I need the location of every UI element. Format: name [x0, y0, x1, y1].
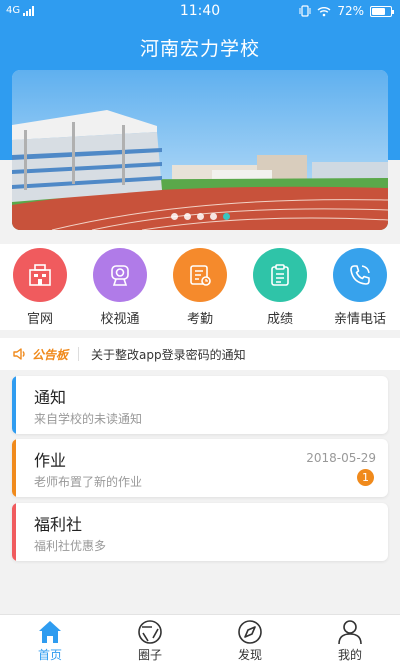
tab-label: 发现 — [237, 648, 262, 662]
carousel-dot[interactable] — [196, 213, 204, 220]
quick-link-website[interactable]: 官网 — [0, 248, 80, 327]
card-subtitle: 福利社优惠多 — [34, 539, 107, 553]
banner-carousel[interactable] — [12, 70, 388, 230]
battery-icon — [370, 5, 394, 17]
status-bar: 4G 11:40 72% — [0, 0, 400, 24]
tab-circle[interactable]: 圈子 — [100, 619, 200, 663]
card-homework[interactable]: 作业 老师布置了新的作业 2018-05-29 1 — [12, 439, 388, 497]
card-accent — [12, 376, 16, 434]
card-title: 作业 — [34, 451, 67, 470]
quick-link-family-phone[interactable]: 亲情电话 — [320, 248, 400, 327]
carousel-dot[interactable] — [170, 213, 178, 220]
bottom-tab-bar: 首页 圈子 发现 我的 — [0, 614, 400, 666]
circle-icon — [138, 620, 162, 644]
notice-tag: 公告板 — [32, 347, 69, 362]
tab-label: 首页 — [37, 648, 62, 662]
tab-discover[interactable]: 发现 — [200, 619, 300, 663]
divider — [78, 347, 80, 361]
building-icon — [13, 248, 67, 302]
card-subtitle: 来自学校的未读通知 — [34, 412, 143, 426]
tab-mine[interactable]: 我的 — [300, 619, 400, 663]
carousel-indicator[interactable] — [12, 213, 388, 220]
camera-icon — [93, 248, 147, 302]
attendance-icon — [173, 248, 227, 302]
wifi-icon — [317, 6, 331, 16]
quick-link-label: 亲情电话 — [333, 312, 386, 327]
notice-text[interactable]: 关于整改app登录密码的通知 — [91, 346, 246, 363]
card-welfare[interactable]: 福利社 福利社优惠多 — [12, 503, 388, 561]
card-date: 2018-05-29 — [306, 451, 376, 465]
quick-link-attendance[interactable]: 考勤 — [160, 248, 240, 327]
clipboard-icon — [253, 248, 307, 302]
quick-links: 官网 校视通 考勤 成绩 亲情电话 — [0, 244, 400, 330]
battery-percent: 72% — [337, 4, 364, 18]
notice-bar[interactable]: 公告板 关于整改app登录密码的通知 — [0, 338, 400, 370]
quick-link-label: 校视通 — [100, 312, 140, 327]
card-subtitle: 老师布置了新的作业 — [34, 475, 143, 489]
card-title: 通知 — [34, 388, 67, 407]
quick-link-label: 考勤 — [186, 312, 213, 327]
carousel-dot[interactable] — [209, 213, 217, 220]
carousel-dot-active[interactable] — [222, 213, 230, 220]
carousel-dot[interactable] — [183, 213, 191, 220]
card-notifications[interactable]: 通知 来自学校的未读通知 — [12, 376, 388, 434]
page-title: 河南宏力学校 — [139, 38, 260, 60]
unread-badge: 1 — [357, 469, 374, 486]
person-icon — [338, 620, 362, 645]
card-accent — [12, 439, 16, 497]
tab-label: 我的 — [337, 648, 362, 662]
quick-link-label: 成绩 — [266, 312, 293, 327]
speaker-icon — [13, 348, 25, 360]
tab-label: 圈子 — [137, 648, 162, 662]
quick-link-label: 官网 — [26, 312, 53, 327]
status-icons: 72% — [299, 4, 394, 18]
banner-image — [12, 70, 388, 230]
compass-icon — [238, 620, 262, 644]
quick-link-grades[interactable]: 成绩 — [240, 248, 320, 327]
tab-home[interactable]: 首页 — [0, 619, 100, 663]
phone-icon — [333, 248, 387, 302]
card-title: 福利社 — [34, 515, 83, 534]
quick-link-camera[interactable]: 校视通 — [80, 248, 160, 327]
vibrate-icon — [299, 5, 311, 17]
card-accent — [12, 503, 16, 561]
home-icon — [39, 621, 61, 643]
